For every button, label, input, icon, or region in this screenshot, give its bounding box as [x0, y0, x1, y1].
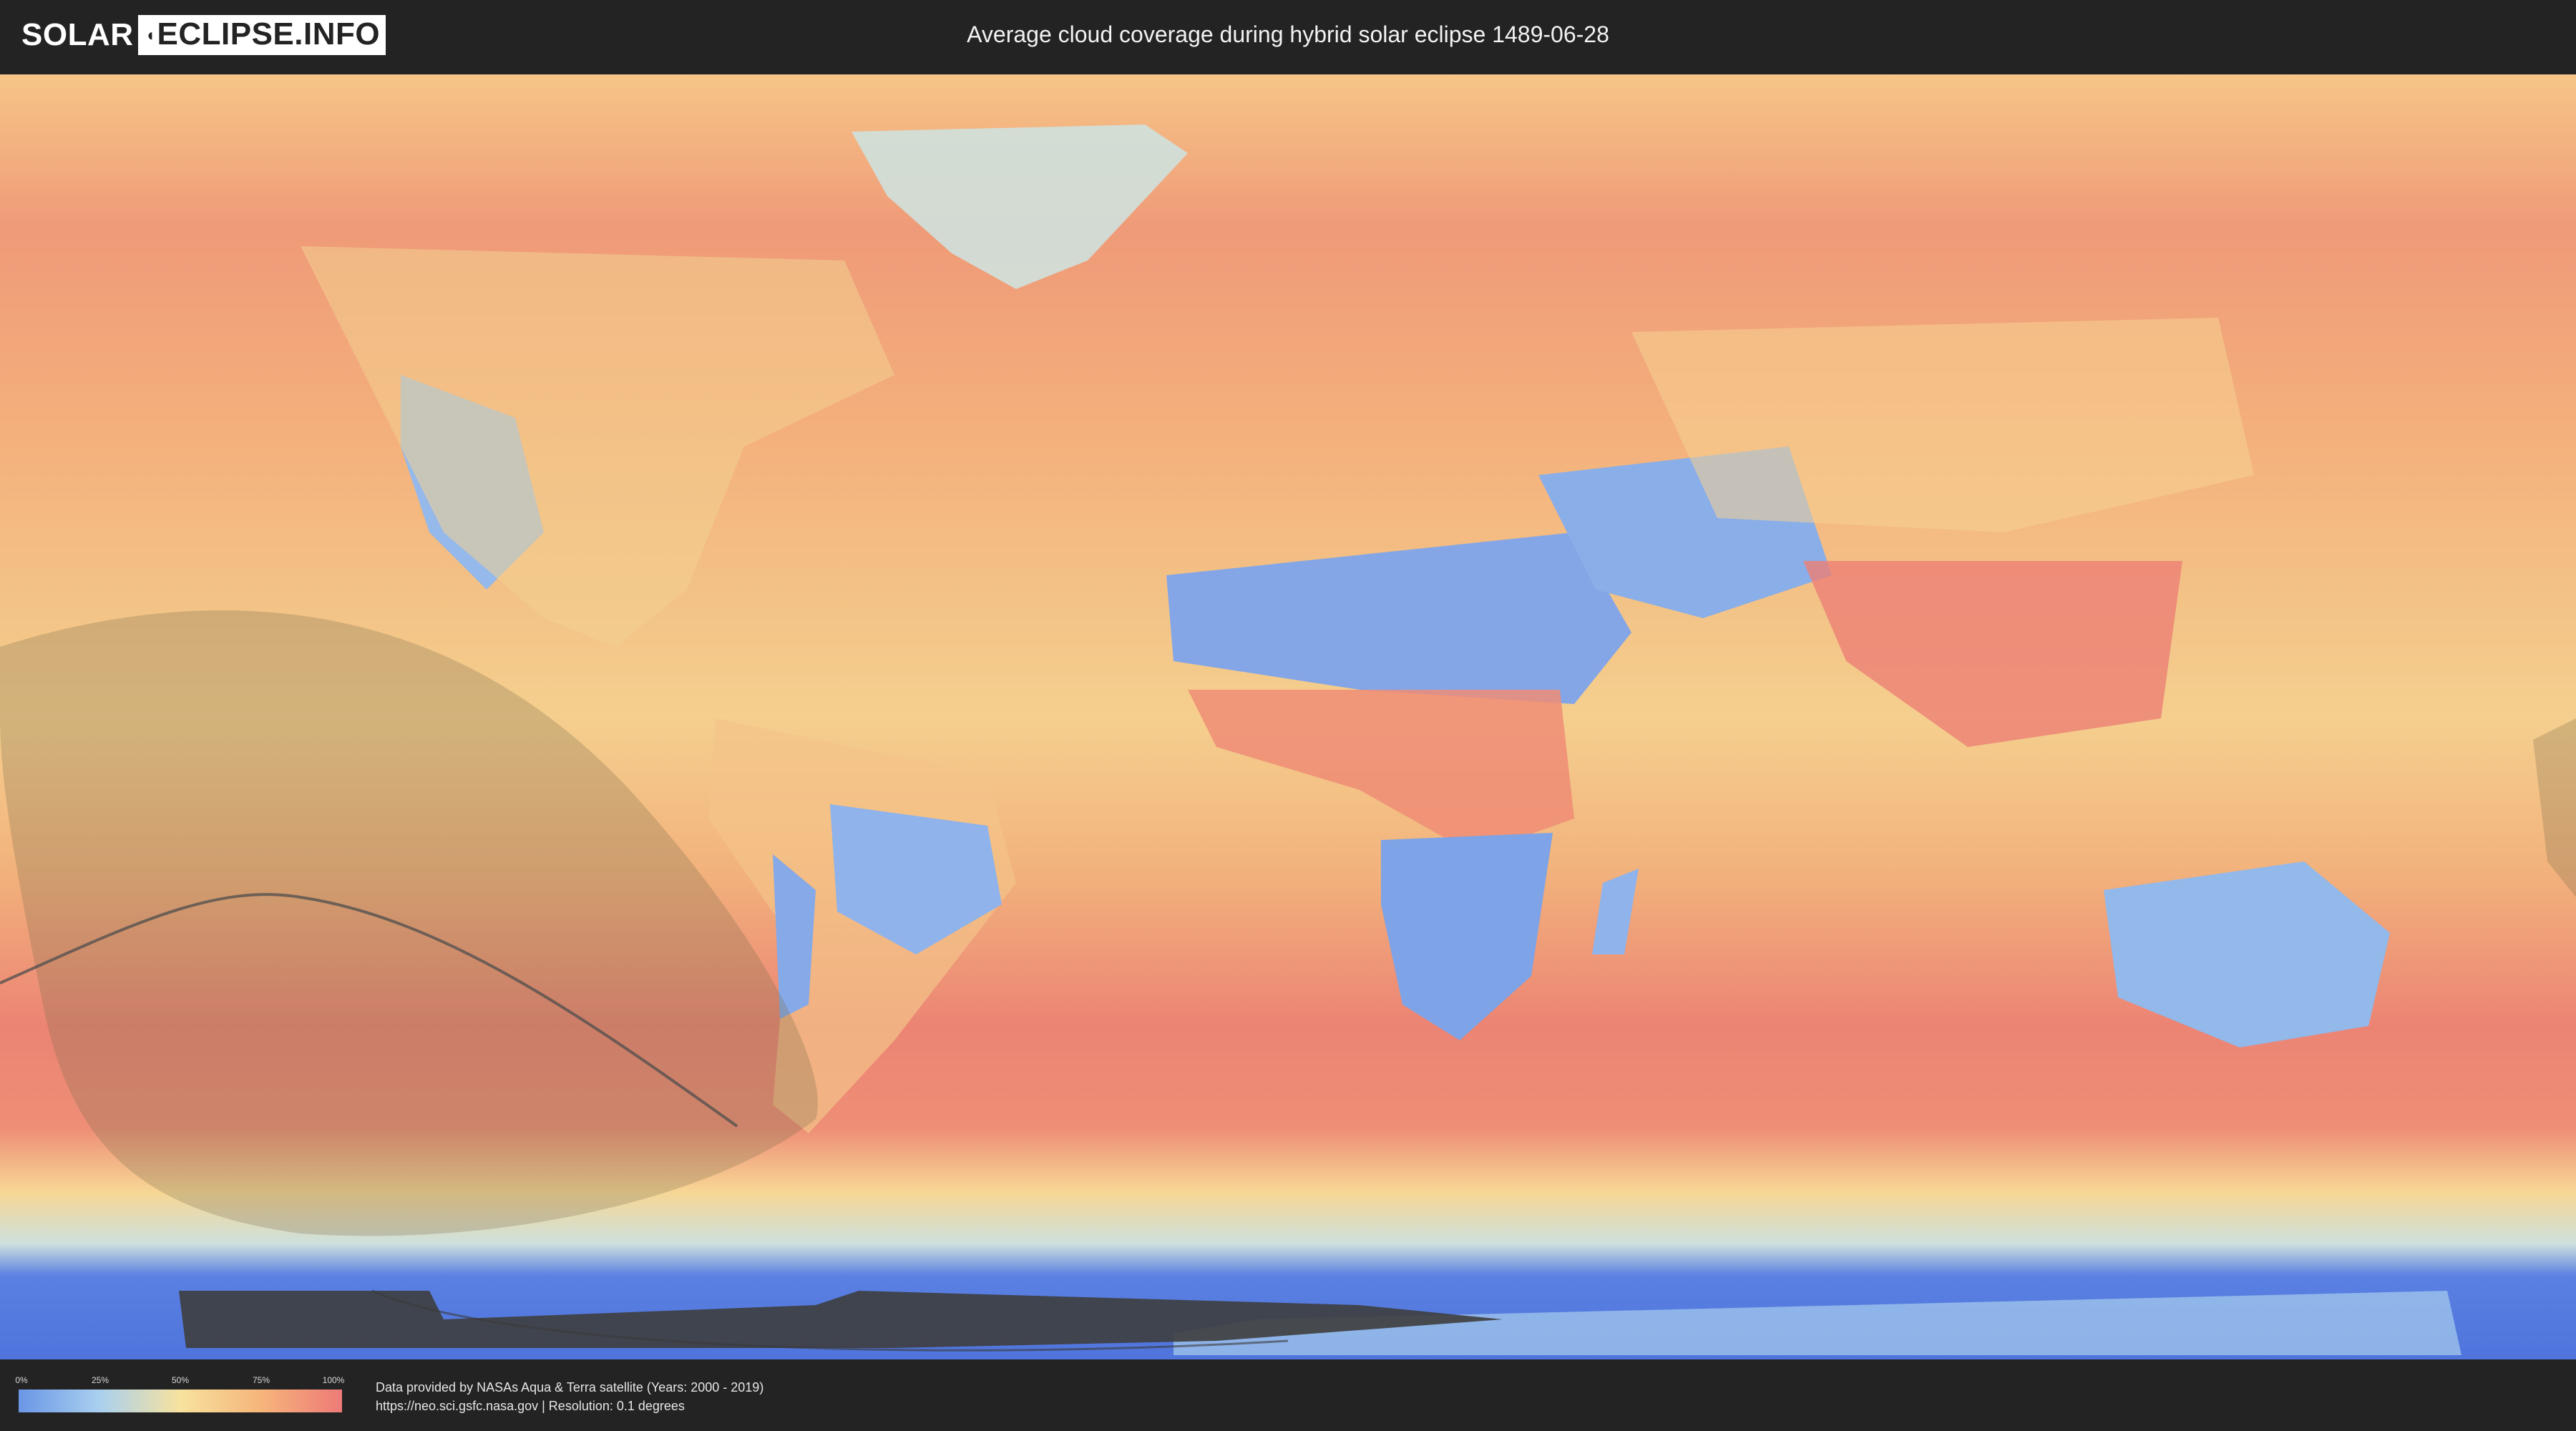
- legend-tick-label: 0%: [15, 1375, 28, 1385]
- legend-tick-label: 75%: [252, 1375, 270, 1385]
- legend-tick-label: 50%: [171, 1375, 190, 1385]
- data-credit: Data provided by NASAs Aqua & Terra sate…: [376, 1378, 763, 1415]
- legend-tick-label: 25%: [91, 1375, 109, 1385]
- legend-tick-row: 0% 25% 50% 75% 100%: [15, 1375, 345, 1387]
- header-bar: SOLAR ◖ECLIPSE.INFO Average cloud covera…: [0, 0, 2576, 72]
- page-title: Average cloud coverage during hybrid sol…: [967, 21, 1609, 47]
- cloud-coverage-legend-bar: [19, 1390, 342, 1412]
- cloud-coverage-map[interactable]: [0, 74, 2576, 1359]
- world-map-icon: [0, 74, 2576, 1359]
- legend-tick-label: 100%: [322, 1375, 345, 1385]
- credit-line-url[interactable]: https://neo.sci.gsfc.nasa.gov | Resoluti…: [376, 1397, 763, 1415]
- credit-line-source: Data provided by NASAs Aqua & Terra sate…: [376, 1380, 764, 1395]
